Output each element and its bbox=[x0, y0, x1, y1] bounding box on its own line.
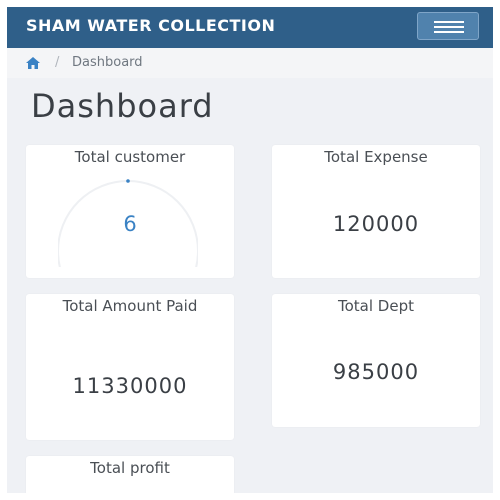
menu-toggle-button[interactable] bbox=[417, 12, 479, 40]
hamburger-menu-icon-bar bbox=[434, 26, 464, 28]
breadcrumb-current: Dashboard bbox=[72, 55, 143, 70]
hamburger-menu-icon-bar bbox=[434, 31, 464, 33]
card-total-profit: Total profit bbox=[26, 456, 234, 493]
card-total-amount-paid: Total Amount Paid 11330000 bbox=[26, 294, 234, 440]
card-total-expense: Total Expense 120000 bbox=[272, 145, 480, 278]
hamburger-menu-icon bbox=[434, 21, 464, 23]
card-value: 985000 bbox=[332, 360, 420, 384]
page-title: Dashboard bbox=[31, 87, 214, 125]
brand-title[interactable]: SHAM WATER COLLECTION bbox=[26, 16, 275, 35]
card-title: Total Dept bbox=[338, 297, 414, 315]
top-navbar: SHAM WATER COLLECTION bbox=[7, 7, 493, 48]
card-title: Total Amount Paid bbox=[62, 297, 198, 315]
breadcrumb-separator: / bbox=[55, 55, 60, 70]
card-value: 11330000 bbox=[72, 374, 188, 398]
card-title: Total Expense bbox=[324, 148, 428, 166]
card-total-dept: Total Dept 985000 bbox=[272, 294, 480, 427]
card-value: 120000 bbox=[332, 212, 420, 236]
card-title: Total profit bbox=[90, 459, 170, 477]
app-frame: SHAM WATER COLLECTION / Dashboard Dashbo… bbox=[7, 7, 493, 493]
breadcrumb: / Dashboard bbox=[7, 48, 493, 78]
card-value: 6 bbox=[123, 212, 137, 236]
card-total-customer: Total customer 6 bbox=[26, 145, 234, 278]
card-title: Total customer bbox=[74, 148, 186, 166]
home-icon[interactable] bbox=[26, 57, 40, 69]
